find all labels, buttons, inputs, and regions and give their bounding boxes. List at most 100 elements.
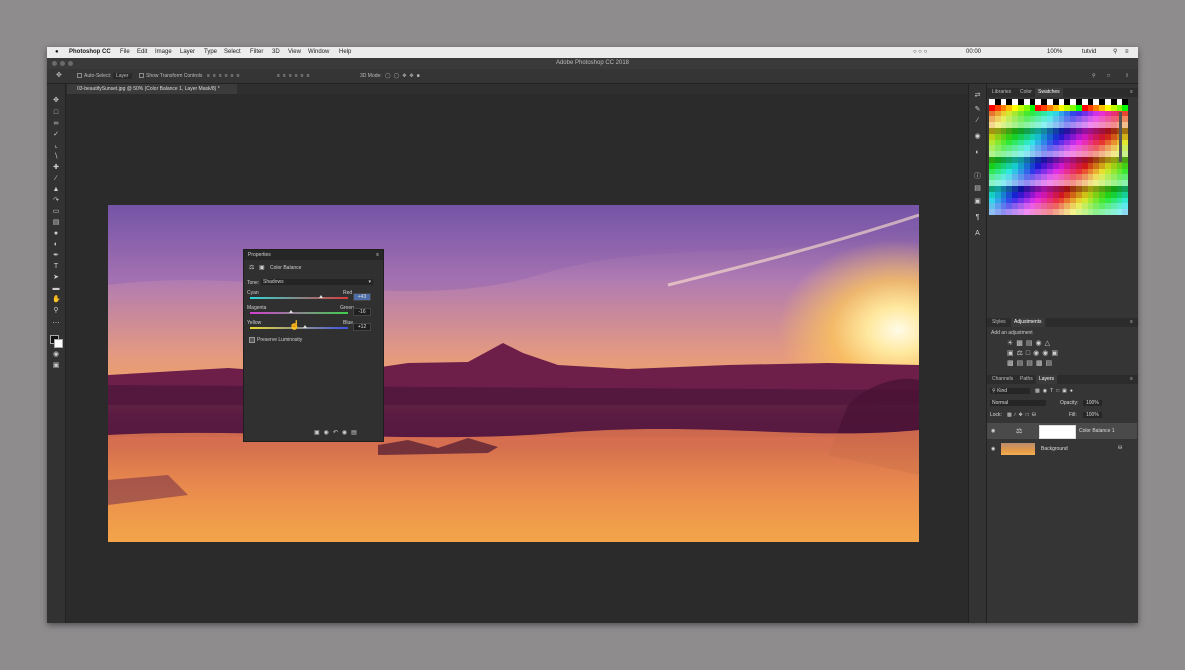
tab-layers[interactable]: Layers <box>1036 375 1058 384</box>
properties-panel-header[interactable]: Properties ≡ <box>244 250 383 260</box>
share-icon[interactable]: ⇧ <box>1125 73 1129 79</box>
3d-tool-icons[interactable]: ◯◯✥✥■ <box>385 73 423 79</box>
gradient-tool-icon[interactable]: ▤ <box>52 219 60 226</box>
healing-tool-icon[interactable]: ✚ <box>52 164 60 171</box>
menu-image[interactable]: Image <box>155 47 172 58</box>
dodge-tool-icon[interactable]: ◐ <box>52 241 60 248</box>
background-color-swatch[interactable] <box>54 339 63 348</box>
panel-menu-icon[interactable]: ≡ <box>1127 318 1136 327</box>
user-name[interactable]: tutvid <box>1082 47 1096 58</box>
opacity-value[interactable]: 100% <box>1083 400 1102 406</box>
menu-app[interactable]: Photoshop CC <box>69 47 111 58</box>
search-icon[interactable]: ⚲ <box>1092 73 1096 79</box>
search-icon[interactable]: ⚲ <box>1113 47 1117 58</box>
menu-3d[interactable]: 3D <box>272 47 280 58</box>
panel-menu-icon[interactable]: ≡ <box>1127 375 1136 384</box>
slider-thumb[interactable] <box>289 310 294 313</box>
history-brush-tool-icon[interactable]: ↷ <box>52 197 60 204</box>
layer-filter-dropdown[interactable]: ⚲ Kind <box>990 388 1030 394</box>
eraser-tool-icon[interactable]: ▭ <box>52 208 60 215</box>
tab-color[interactable]: Color <box>1017 88 1035 97</box>
hand-tool-icon[interactable]: ✋ <box>52 296 61 303</box>
tab-paths[interactable]: Paths <box>1017 375 1036 384</box>
menu-layer[interactable]: Layer <box>180 47 195 58</box>
tab-styles[interactable]: Styles <box>989 318 1009 327</box>
menu-type[interactable]: Type <box>204 47 217 58</box>
crop-tool-icon[interactable]: ⌞ <box>52 142 60 149</box>
layer-mask-thumbnail[interactable] <box>1039 425 1076 439</box>
mask-icon[interactable]: ▣ <box>259 264 265 271</box>
menu-filter[interactable]: Filter <box>250 47 263 58</box>
menu-select[interactable]: Select <box>224 47 241 58</box>
magenta-green-slider[interactable] <box>250 310 348 314</box>
edit-toolbar-icon[interactable]: ⋯ <box>52 320 60 327</box>
slider-thumb[interactable] <box>302 325 307 328</box>
tab-channels[interactable]: Channels <box>989 375 1016 384</box>
list-icon[interactable]: ≡ <box>1125 47 1129 58</box>
swatches-scrollbar[interactable] <box>1119 112 1122 162</box>
tab-libraries[interactable]: Libraries <box>989 88 1014 97</box>
move-tool-icon[interactable]: ✥ <box>52 97 60 104</box>
layer-filter-icons[interactable]: ▩◉T□▣● <box>1035 388 1076 394</box>
layer-row-color-balance[interactable]: ◉ ⚖ Color Balance 1 <box>987 423 1137 439</box>
cyan-red-slider[interactable] <box>250 295 348 299</box>
brush-tool-icon[interactable]: ∕ <box>52 175 60 182</box>
screen-mode-icon[interactable]: ▣ <box>52 362 60 369</box>
tool-presets-icon[interactable]: ◐ <box>974 149 981 156</box>
panel-menu-icon[interactable]: ≡ <box>1127 88 1136 97</box>
brush-settings-icon[interactable]: ✎ <box>974 106 981 113</box>
color-swatch[interactable] <box>1122 209 1129 215</box>
auto-select-checkbox[interactable] <box>77 73 82 78</box>
visibility-eye-icon[interactable]: ◉ <box>991 428 995 434</box>
paragraph-icon[interactable]: ¶ <box>974 214 981 221</box>
adjustment-icons[interactable]: ☀▩▤◉△ ▣⚖□◉◉▣ ▩▤▤▩▤ <box>1007 339 1117 369</box>
panel-footer-icons[interactable]: ▣◉↶◉▤ <box>314 429 361 436</box>
menu-window[interactable]: Window <box>308 47 329 58</box>
fill-value[interactable]: 100% <box>1083 412 1102 418</box>
path-select-tool-icon[interactable]: ➤ <box>52 274 60 281</box>
distribute-icons[interactable]: ≡≡≡≡≡≡ <box>277 73 313 79</box>
transform-checkbox[interactable] <box>139 73 144 78</box>
layer-name[interactable]: Background <box>1041 446 1068 452</box>
quick-mask-icon[interactable]: ◉ <box>52 351 60 358</box>
info-icon[interactable]: ⓘ <box>974 173 981 180</box>
blend-mode-dropdown[interactable]: Normal <box>990 400 1046 406</box>
visibility-eye-icon[interactable]: ◉ <box>991 446 995 452</box>
marquee-tool-icon[interactable]: □ <box>52 109 60 116</box>
menu-view[interactable]: View <box>288 47 301 58</box>
align-icons[interactable]: ≡≡≡≡≡≡ <box>207 73 243 79</box>
zoom-tool-icon[interactable]: ⚲ <box>52 307 60 314</box>
lock-icons[interactable]: ▩∕✥□⛁ <box>1007 412 1039 418</box>
blur-tool-icon[interactable]: ● <box>52 230 60 237</box>
panel-menu-icon[interactable]: ≡ <box>376 250 379 260</box>
properties-icon[interactable]: ▤ <box>974 185 981 192</box>
layer-name[interactable]: Color Balance 1 <box>1079 428 1115 434</box>
brushes-icon[interactable]: ∕ <box>974 117 981 124</box>
menu-help[interactable]: Help <box>339 47 351 58</box>
type-tool-icon[interactable]: T <box>52 263 60 270</box>
apple-icon[interactable]: ● <box>55 47 59 58</box>
document-tab[interactable]: 03-beautifySunset.jpg @ 50% (Color Balan… <box>67 84 237 94</box>
workspace-icon[interactable]: □ <box>1107 73 1110 79</box>
history-icon[interactable]: ⇄ <box>974 92 981 99</box>
move-tool-icon[interactable]: ✥ <box>56 71 62 79</box>
menu-file[interactable]: File <box>120 47 130 58</box>
stamp-tool-icon[interactable]: ▲ <box>52 186 60 193</box>
tab-adjustments[interactable]: Adjustments <box>1011 318 1045 327</box>
notes-icon[interactable]: ▣ <box>974 198 981 205</box>
yellow-blue-value[interactable]: +12 <box>353 323 371 331</box>
lasso-tool-icon[interactable]: ∞ <box>52 120 60 127</box>
eyedropper-tool-icon[interactable]: ∖ <box>52 153 60 160</box>
preserve-luminosity-checkbox[interactable] <box>249 337 255 343</box>
tab-swatches[interactable]: Swatches <box>1035 88 1063 97</box>
shape-tool-icon[interactable]: ▬ <box>52 285 60 292</box>
layer-row-background[interactable]: ◉ Background ⛁ <box>987 441 1137 457</box>
menu-edit[interactable]: Edit <box>137 47 147 58</box>
quick-select-tool-icon[interactable]: ✓ <box>52 131 60 138</box>
document-canvas[interactable]: Properties ≡ ⚖ ▣ Color Balance Tone: Sha… <box>108 205 919 542</box>
cyan-red-value[interactable]: +43 <box>353 293 371 301</box>
clone-source-icon[interactable]: ◉ <box>974 133 981 140</box>
tone-dropdown[interactable]: Shadows ▾ <box>261 279 373 285</box>
slider-thumb[interactable] <box>318 295 323 298</box>
magenta-green-value[interactable]: -16 <box>353 308 371 316</box>
